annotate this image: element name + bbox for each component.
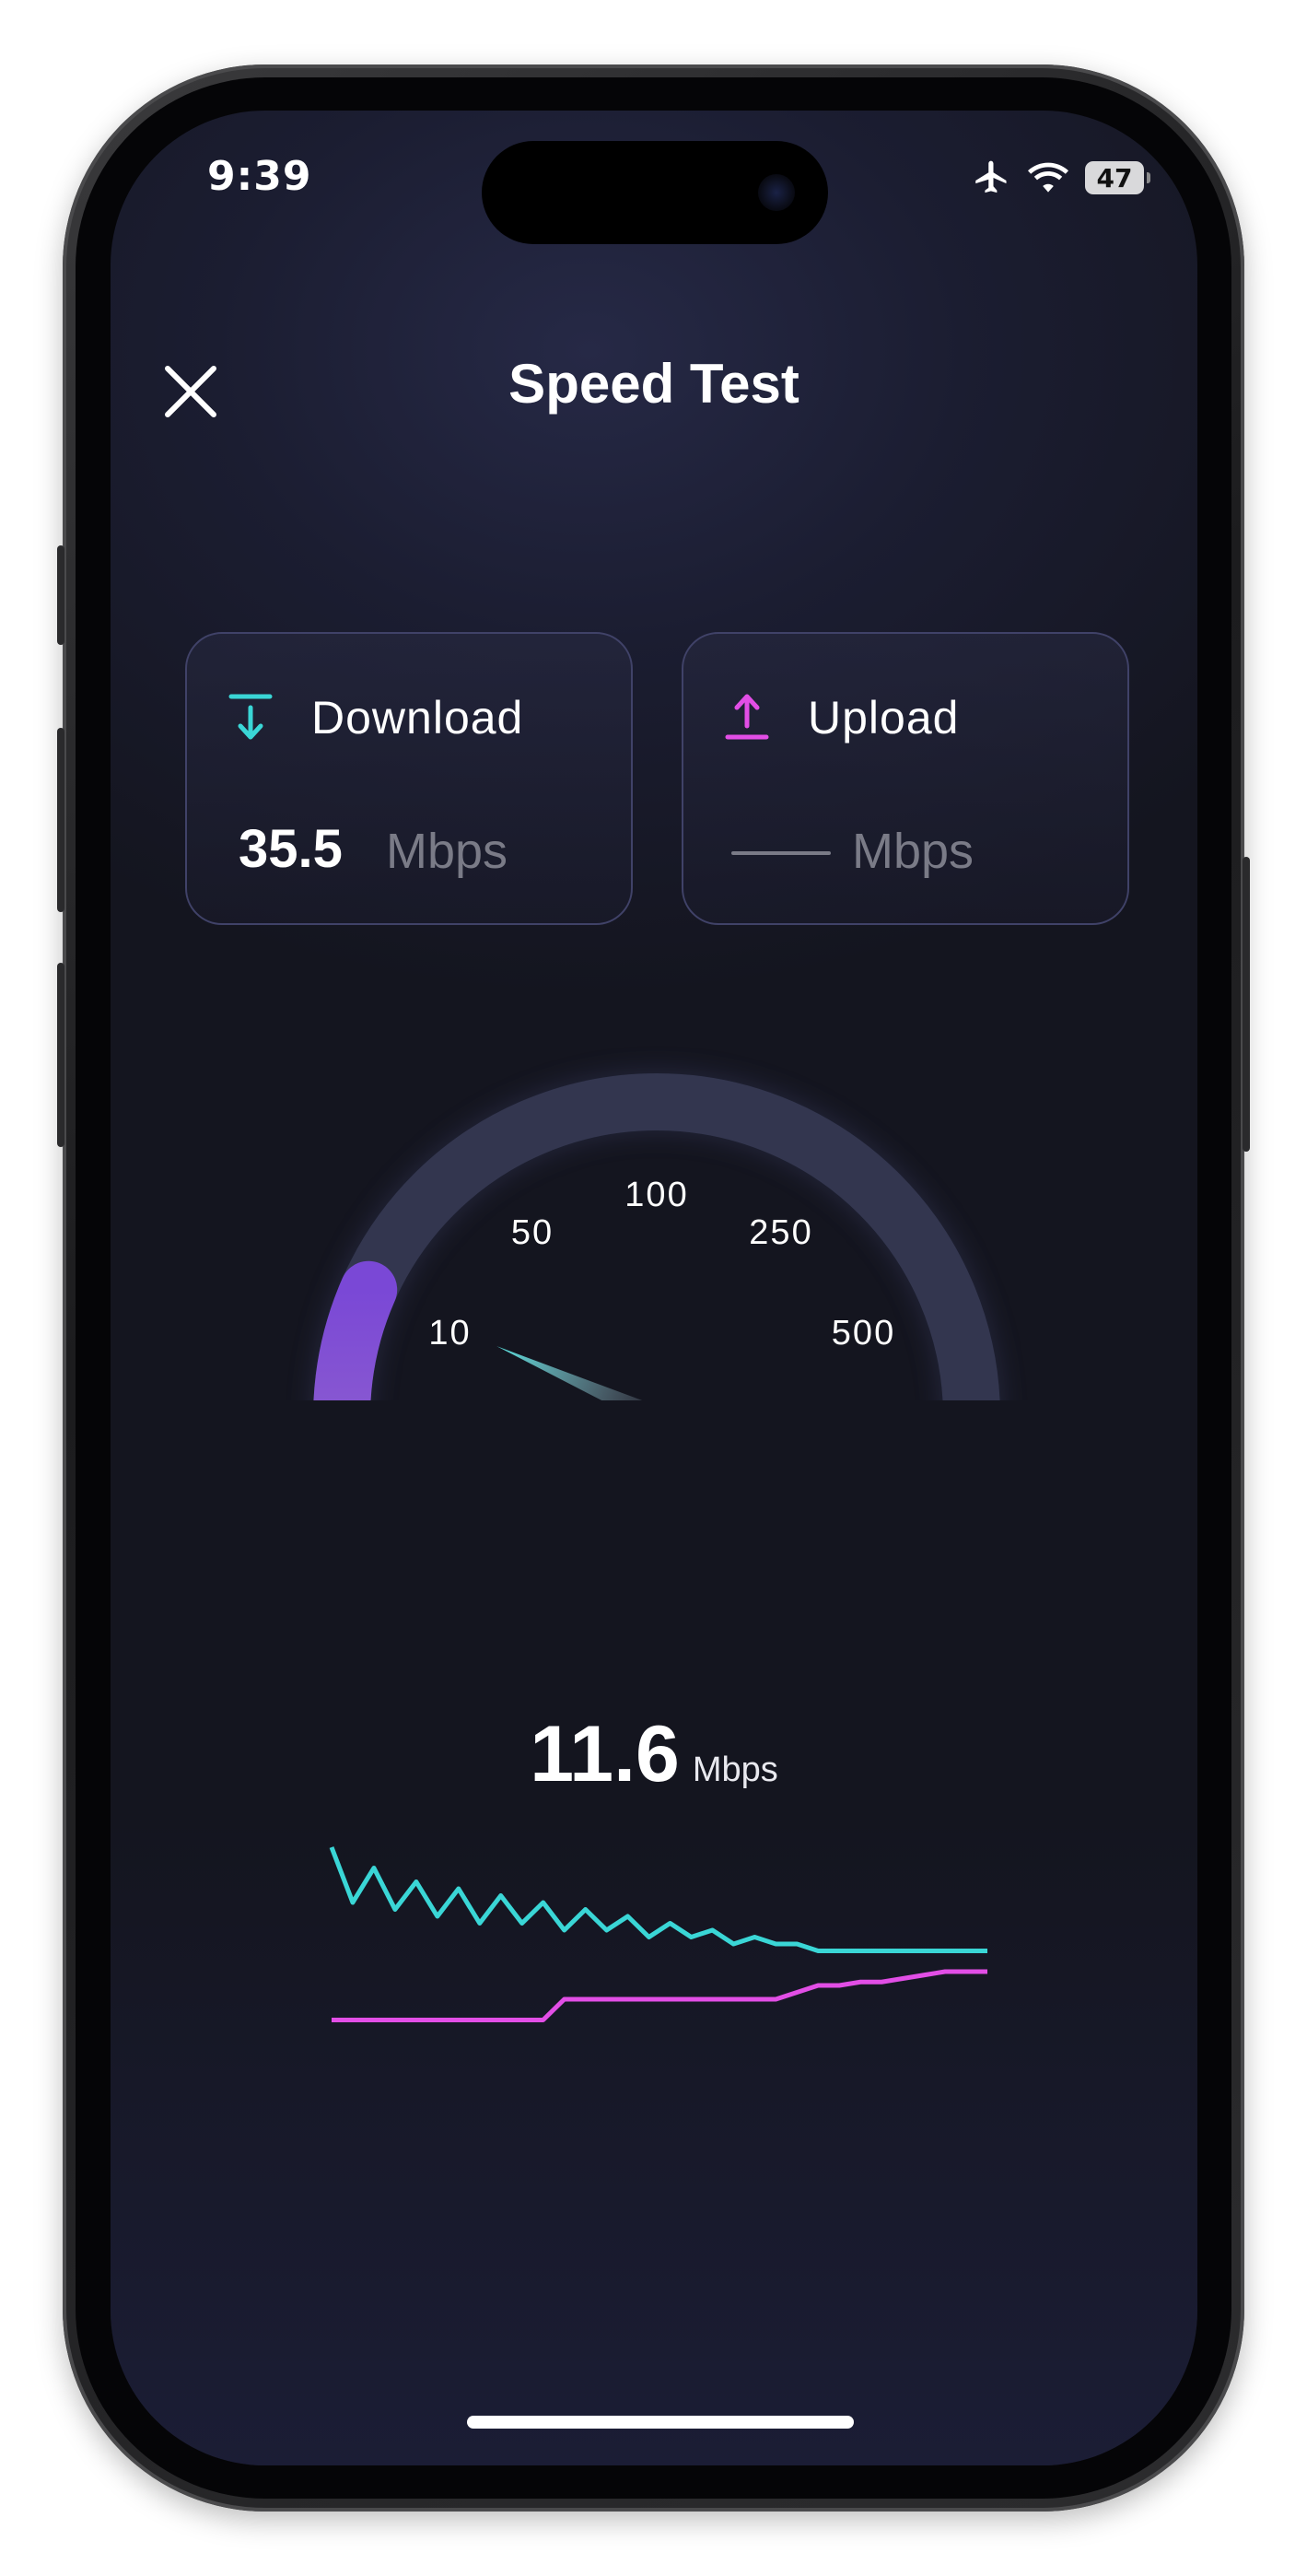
volume-up-button — [57, 728, 64, 912]
device-canvas: 9:39 47 Speed Test Download 35.5 Mbps Up… — [0, 0, 1307, 2576]
volume-down-button — [57, 963, 64, 1147]
speed-history-chart — [329, 1846, 987, 2022]
app-screen: 9:39 47 Speed Test Download 35.5 Mbps Up… — [111, 111, 1197, 2465]
action-button — [57, 545, 64, 645]
power-button — [1243, 857, 1250, 1152]
home-indicator[interactable] — [467, 2416, 854, 2429]
upload-history-line — [332, 1969, 987, 2022]
download-history-line — [329, 1846, 987, 1953]
history-layer — [329, 1846, 987, 2022]
